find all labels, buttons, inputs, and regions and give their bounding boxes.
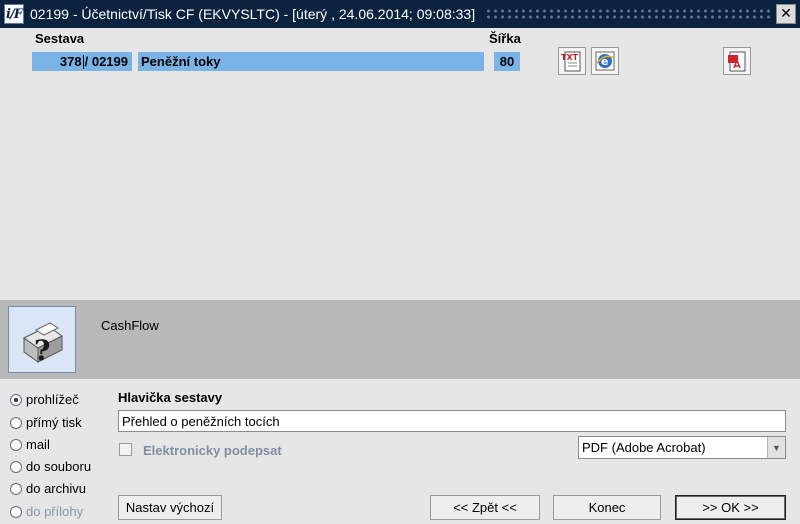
radio-button[interactable] [10,438,22,451]
output-option-viewer[interactable]: prohlížeč [10,392,79,407]
report-description: CashFlow [101,318,159,333]
report-header-input[interactable]: Přehled o peněžních tocích [118,410,786,432]
svg-text:?: ? [34,334,50,367]
app-logo-icon: i/F [4,4,24,24]
sign-label: Elektronicky podepsat [143,443,282,458]
report-banner [0,300,800,379]
report-width-field[interactable]: 80 [494,52,520,71]
svg-text:TXT: TXT [561,53,579,62]
radio-label: mail [26,437,50,452]
radio-label: do přílohy [26,504,84,519]
radio-button[interactable] [10,393,22,406]
chevron-down-icon[interactable]: ▼ [767,437,785,458]
txt-export-icon[interactable]: TXT [558,47,586,75]
printer-help-icon[interactable]: ? [8,306,76,373]
radio-label: přímý tisk [26,415,82,430]
internet-explorer-icon[interactable]: e [591,47,619,75]
output-option-attachment: do přílohy [10,504,83,519]
sign-checkbox[interactable] [119,443,132,456]
sestava-label: Sestava [35,31,85,46]
radio-button[interactable] [10,460,22,473]
ok-button[interactable]: >> OK >> [675,495,786,520]
radio-button[interactable] [10,416,22,429]
radio-label: do archivu [26,481,86,496]
report-number-field[interactable]: 378 / 02199 [32,52,132,71]
window-title: 02199 - Účetnictví/Tisk CF (EKVYSLTC) - … [30,6,476,22]
pdf-export-icon[interactable] [723,47,751,75]
header-label: Hlavička sestavy [118,390,223,405]
report-name-field[interactable]: Peněžní toky [138,52,484,71]
end-button[interactable]: Konec [553,495,661,520]
radio-label: prohlížeč [26,392,79,407]
titlebar-pattern [485,8,770,20]
set-defaults-button[interactable]: Nastav výchozí [118,495,222,520]
text-caret [82,54,84,69]
report-number: 378 [59,54,82,69]
output-option-archive[interactable]: do archivu [10,481,86,496]
radio-button[interactable] [10,482,22,495]
close-button[interactable]: ✕ [776,4,796,24]
report-number-total: / 02199 [84,54,128,69]
output-option-file[interactable]: do souboru [10,459,91,474]
radio-button [10,505,22,518]
window-titlebar[interactable]: i/F 02199 - Účetnictví/Tisk CF (EKVYSLTC… [0,0,800,28]
back-button[interactable]: << Zpět << [430,495,540,520]
output-format-select[interactable]: PDF (Adobe Acrobat) ▼ [578,436,786,459]
output-option-direct-print[interactable]: přímý tisk [10,415,82,430]
output-option-mail[interactable]: mail [10,437,50,452]
sirka-label: Šířka [489,31,521,46]
radio-label: do souboru [26,459,92,474]
output-format-value: PDF (Adobe Acrobat) [582,440,706,455]
